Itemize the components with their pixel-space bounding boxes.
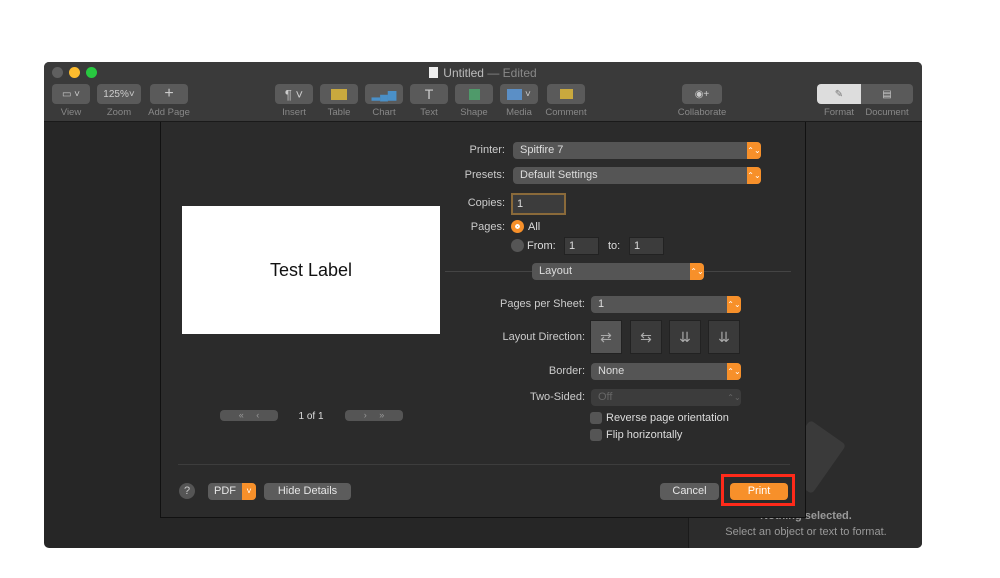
insert-button[interactable]: ¶ ˅ bbox=[275, 84, 313, 104]
format-button[interactable]: ✎ bbox=[817, 84, 861, 104]
divider bbox=[178, 464, 790, 465]
toolbar: Untitled — Edited ▭ ˅ View 125% ˅ Zoom + … bbox=[44, 62, 922, 122]
window-title: Untitled — Edited bbox=[44, 66, 922, 80]
document-page-icon: ▤ bbox=[882, 88, 892, 100]
pages-all-radio[interactable] bbox=[511, 220, 524, 233]
format-label: Format bbox=[823, 107, 855, 118]
flip-horizontally-checkbox[interactable] bbox=[590, 429, 602, 441]
page-indicator: 1 of 1 bbox=[298, 411, 324, 422]
insert-label: Insert bbox=[282, 107, 306, 118]
pages-all-label: All bbox=[528, 221, 541, 233]
select-hint-text: Select an object or text to format. bbox=[725, 526, 887, 538]
comment-icon bbox=[559, 89, 573, 99]
two-sided-label: Two-Sided: bbox=[529, 391, 585, 403]
chart-icon: ▂▄▆ bbox=[371, 88, 397, 101]
pages-per-sheet-select[interactable]: 1 ⌃⌄ bbox=[591, 296, 741, 313]
document-button[interactable]: ▤ bbox=[861, 84, 913, 104]
copies-label: Copies: bbox=[467, 197, 505, 209]
add-page-button[interactable]: + bbox=[150, 84, 188, 104]
text-label: Text bbox=[420, 107, 438, 118]
media-button[interactable]: ˅ bbox=[500, 84, 538, 104]
print-button[interactable]: Print bbox=[730, 483, 788, 500]
chart-label: Chart bbox=[372, 107, 396, 118]
pages-label: Pages: bbox=[470, 221, 505, 233]
printer-label: Printer: bbox=[469, 144, 505, 156]
text-button[interactable]: T bbox=[410, 84, 448, 104]
stepper-chevron-icon: ⌃⌄ bbox=[727, 393, 741, 402]
stepper-chevron-icon: ⌃⌄ bbox=[727, 363, 741, 380]
chart-button[interactable]: ▂▄▆ bbox=[365, 84, 403, 104]
view-label: View bbox=[60, 107, 82, 118]
table-icon bbox=[331, 88, 347, 100]
printer-select[interactable]: Spitfire 7 ⌃⌄ bbox=[513, 142, 761, 159]
pages-window: Untitled — Edited ▭ ˅ View 125% ˅ Zoom + … bbox=[44, 62, 922, 548]
help-button[interactable]: ? bbox=[179, 483, 195, 499]
chevron-down-icon: ˅ bbox=[242, 483, 256, 500]
view-button[interactable]: ▭ ˅ bbox=[52, 84, 90, 104]
shape-button[interactable] bbox=[455, 84, 493, 104]
layout-direction-reverse-z-button[interactable]: ⇆ bbox=[630, 320, 662, 354]
border-label: Border: bbox=[548, 365, 585, 377]
sidebar-view-icon: ▭ ˅ bbox=[61, 88, 81, 100]
layout-direction-reverse-n-button[interactable]: ⇊ bbox=[708, 320, 740, 354]
media-icon bbox=[507, 88, 523, 100]
pages-from-field[interactable]: 1 bbox=[564, 237, 599, 255]
comment-label: Comment bbox=[545, 107, 587, 118]
cancel-button[interactable]: Cancel bbox=[660, 483, 719, 500]
presets-label: Presets: bbox=[464, 169, 505, 181]
preview-next-last-buttons[interactable]: › » bbox=[345, 410, 403, 421]
copies-field[interactable]: 1 bbox=[511, 193, 566, 215]
stepper-chevron-icon: ⌃⌄ bbox=[727, 296, 741, 313]
print-preview: Test Label bbox=[182, 206, 440, 334]
reverse-orientation-checkbox[interactable] bbox=[590, 412, 602, 424]
media-label: Media bbox=[506, 107, 532, 118]
collaborate-button[interactable]: ◉+ bbox=[682, 84, 722, 104]
document-icon bbox=[429, 67, 439, 78]
layout-direction-z-button[interactable]: ⇄ bbox=[590, 320, 622, 354]
pages-to-label: to: bbox=[608, 240, 621, 252]
collaborate-icon: ◉+ bbox=[694, 88, 710, 100]
shape-label: Shape bbox=[460, 107, 488, 118]
shape-icon bbox=[468, 88, 480, 100]
comment-button[interactable] bbox=[547, 84, 585, 104]
layout-direction-n-button[interactable]: ⇊ bbox=[669, 320, 701, 354]
section-select[interactable]: Layout ⌃⌄ bbox=[532, 263, 704, 280]
paintbrush-icon: ✎ bbox=[834, 88, 844, 100]
stepper-chevron-icon: ⌃⌄ bbox=[690, 263, 704, 280]
pages-to-field[interactable]: 1 bbox=[629, 237, 664, 255]
pages-per-sheet-label: Pages per Sheet: bbox=[499, 298, 585, 310]
stepper-chevron-icon: ⌃⌄ bbox=[747, 142, 761, 159]
document-label: Document bbox=[865, 107, 909, 118]
pilcrow-icon: ¶ ˅ bbox=[284, 86, 304, 102]
preview-first-prev-buttons[interactable]: « ‹ bbox=[220, 410, 278, 421]
reverse-orientation-label: Reverse page orientation bbox=[606, 412, 729, 424]
add-page-label: Add Page bbox=[148, 107, 190, 118]
flip-horizontally-label: Flip horizontally bbox=[606, 429, 683, 441]
pdf-menu-button[interactable]: PDF ˅ bbox=[208, 483, 256, 500]
zoom-label: Zoom bbox=[106, 107, 132, 118]
collaborate-label: Collaborate bbox=[677, 107, 727, 118]
stepper-chevron-icon: ⌃⌄ bbox=[747, 167, 761, 184]
pages-from-label: From: bbox=[527, 240, 556, 252]
layout-direction-label: Layout Direction: bbox=[502, 331, 585, 343]
print-dialog: Test Label « ‹ 1 of 1 › » Printer: Spitf… bbox=[160, 122, 806, 518]
zoom-button[interactable]: 125% ˅ bbox=[97, 84, 141, 104]
table-label: Table bbox=[327, 107, 351, 118]
border-select[interactable]: None ⌃⌄ bbox=[591, 363, 741, 380]
table-button[interactable] bbox=[320, 84, 358, 104]
pages-range-radio[interactable] bbox=[511, 239, 524, 252]
plus-icon: + bbox=[164, 85, 174, 102]
two-sided-select[interactable]: Off ⌃⌄ bbox=[591, 389, 741, 406]
hide-details-button[interactable]: Hide Details bbox=[264, 483, 351, 500]
presets-select[interactable]: Default Settings ⌃⌄ bbox=[513, 167, 761, 184]
text-icon: T bbox=[424, 86, 434, 102]
